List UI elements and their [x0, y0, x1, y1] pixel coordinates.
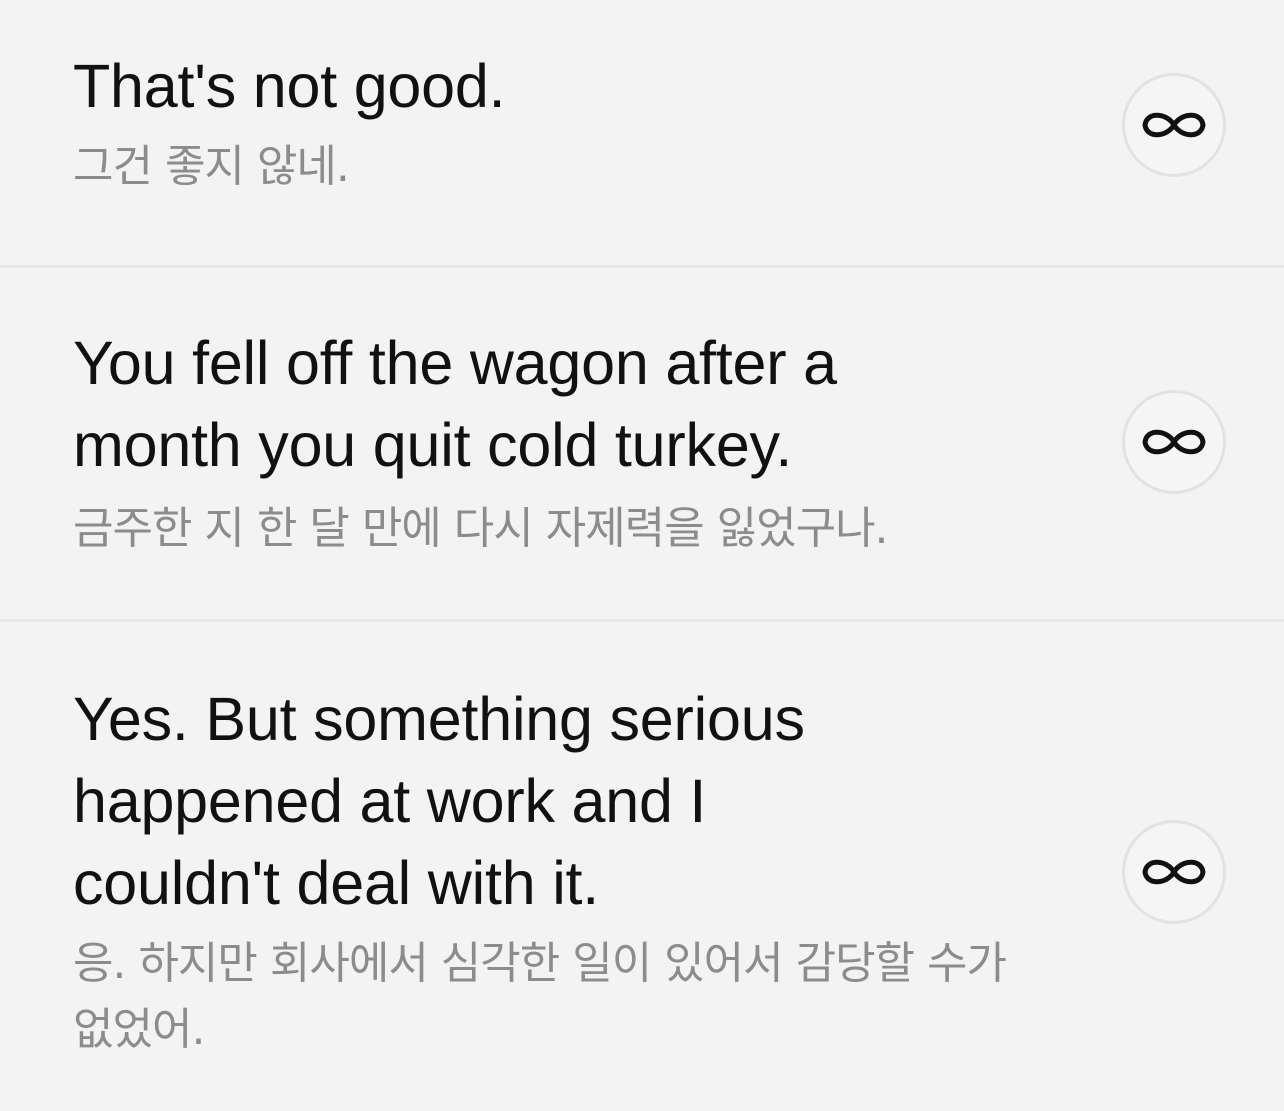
sentence-list: That's not good. 그건 좋지 않네. You fell off … [0, 0, 1284, 1111]
sentence-item[interactable]: Yes. But something serious happened at w… [0, 622, 1284, 1111]
sentence-item[interactable]: That's not good. 그건 좋지 않네. [0, 0, 1284, 268]
repeat-button[interactable] [1122, 73, 1226, 177]
infinity-icon [1142, 859, 1206, 885]
english-sentence: That's not good. [73, 52, 506, 120]
korean-translation: 그건 좋지 않네. [73, 141, 350, 192]
english-sentence: You fell off the wagon after a month you… [73, 329, 837, 479]
infinity-icon [1142, 112, 1206, 138]
repeat-button[interactable] [1122, 820, 1226, 924]
sentence-item[interactable]: You fell off the wagon after a month you… [0, 268, 1284, 622]
repeat-button[interactable] [1122, 390, 1226, 494]
korean-translation: 응. 하지만 회사에서 심각한 일이 있어서 감당할 수가 없었어. [73, 938, 1007, 1055]
english-sentence: Yes. But something serious happened at w… [73, 685, 805, 917]
korean-translation: 금주한 지 한 달 만에 다시 자제력을 잃었구나. [73, 503, 889, 554]
infinity-icon [1142, 429, 1206, 455]
